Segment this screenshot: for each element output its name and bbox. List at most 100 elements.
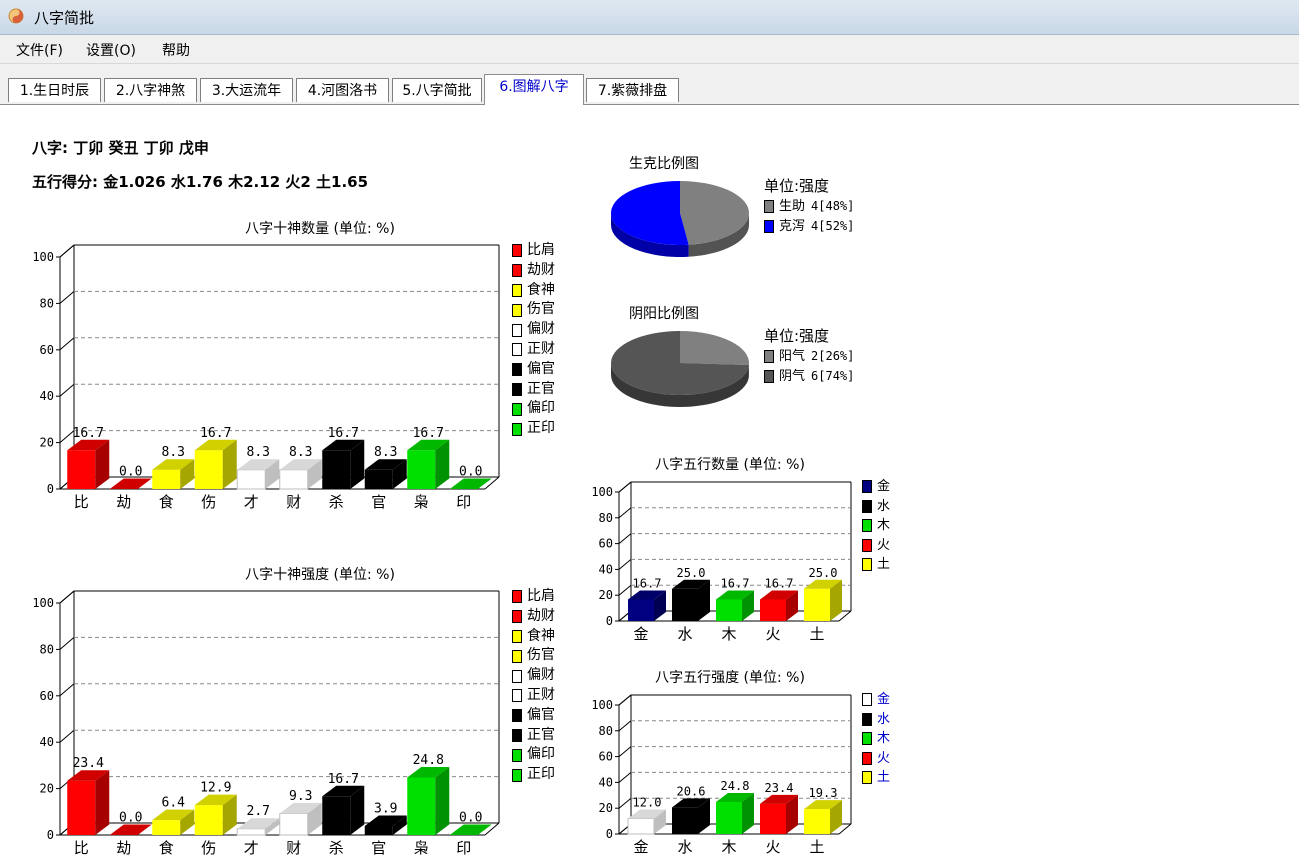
legend-label: 火 (877, 537, 891, 553)
y-tick-label: 100 (32, 250, 54, 264)
tab-tujie-bazi[interactable]: 6.图解八字 (484, 74, 584, 105)
menu-settings[interactable]: 设置(O) (86, 40, 136, 60)
legend-swatch (862, 558, 872, 572)
bar-value-label: 3.9 (374, 801, 397, 816)
legend-label: 水 (877, 498, 891, 514)
yinyang-legend: 单位:强度 阳气 2[26%] 阴气 6[74%] (764, 327, 854, 386)
legend-swatch (512, 343, 522, 357)
pie-legend-item: 阴气 6[74%] (764, 367, 854, 387)
legend-swatch (512, 363, 522, 377)
legend-swatch (862, 693, 872, 707)
legend-label: 劫财 (527, 261, 555, 278)
bar-shishen-count-6 (322, 439, 365, 489)
bar-value-label: 16.7 (73, 426, 104, 441)
y-tick-label: 80 (40, 642, 54, 656)
legend-label: 正财 (527, 340, 555, 357)
tab-ziwei[interactable]: 7.紫薇排盘 (586, 78, 679, 102)
pie-legend-value: 4[48%] (811, 198, 855, 213)
legend-label: 伤官 (527, 647, 555, 664)
y-tick-label: 80 (599, 511, 613, 525)
bar-value-label: 2.7 (247, 804, 270, 819)
bar-shishen-count-2 (152, 459, 195, 489)
menu-file[interactable]: 文件(F) (16, 40, 63, 60)
wuxing-strength-title: 八字五行强度 (单位: %) (655, 670, 805, 686)
x-tick-label: 印 (456, 839, 471, 857)
bar-shishen-strength-5 (279, 802, 322, 836)
y-tick-label: 100 (591, 485, 613, 499)
bar-shishen-strength-4 (236, 818, 280, 836)
x-tick-label: 食 (159, 493, 174, 511)
menu-help[interactable]: 帮助 (162, 40, 190, 60)
yinyang-pie (611, 331, 749, 408)
legend-item: 偏官 (512, 360, 555, 380)
bar-shishen-strength-0 (67, 770, 110, 835)
legend-item: 偏官 (512, 706, 555, 726)
shengke-legend: 单位:强度 生助 4[48%] 克泻 4[52%] (764, 177, 854, 236)
x-tick-label: 火 (765, 838, 780, 856)
legend-item: 正印 (512, 765, 555, 785)
bar-value-label: 24.8 (721, 779, 750, 793)
bar-value-label: 8.3 (374, 445, 397, 460)
pie-legend-value: 6[74%] (811, 368, 855, 383)
bar-wuxing-count-2 (716, 590, 754, 621)
legend-item: 正财 (512, 686, 555, 706)
title-bar: 八字简批 (0, 0, 1299, 35)
bar-wuxing-strength-4 (804, 800, 842, 834)
y-tick-label: 40 (599, 775, 613, 789)
legend-item: 偏印 (512, 745, 555, 765)
legend-item: 土 (862, 555, 890, 575)
bar-wuxing-count-0 (628, 590, 666, 621)
bazi-pillars: 八字: 丁卯 癸丑 丁卯 戊申 (32, 139, 209, 157)
legend-item: 木 (862, 729, 890, 749)
tab-shensha[interactable]: 2.八字神煞 (104, 78, 197, 102)
shishen-strength-chart: 0 20 40 60 80 100 23.4 比 0.0 劫 6.4 食 12.9 伤 2.7 才 9.3 财 16… (32, 590, 500, 857)
x-tick-label: 木 (721, 838, 736, 856)
tab-bazi-jianpi[interactable]: 5.八字简批 (392, 78, 482, 102)
bar-shishen-count-9 (449, 478, 492, 489)
tab-birth-time[interactable]: 1.生日时辰 (8, 78, 101, 102)
legend-item: 正官 (512, 380, 555, 400)
bar-value-label: 20.6 (677, 784, 706, 798)
x-tick-label: 木 (721, 625, 736, 643)
x-tick-label: 火 (765, 625, 780, 643)
legend-label: 火 (877, 750, 891, 766)
pie-unit-label: 单位:强度 (764, 327, 830, 345)
legend-swatch (764, 219, 774, 233)
legend-swatch (512, 382, 522, 396)
app-icon (8, 8, 24, 24)
tab-hetu-luoshu[interactable]: 4.河图洛书 (296, 78, 389, 102)
legend-swatch (862, 771, 872, 785)
y-tick-label: 60 (599, 537, 613, 551)
legend-item: 偏财 (512, 320, 555, 340)
legend-item: 伤官 (512, 646, 555, 666)
wuxing-strength-chart: 0 20 40 60 80 100 12.0 金 20.6 水 24.8 木 23.4 火 19.3 土 (591, 694, 852, 856)
bar-shishen-strength-7 (364, 815, 407, 835)
legend-swatch (764, 350, 774, 364)
legend-item: 比肩 (512, 587, 555, 607)
legend-swatch (512, 649, 522, 663)
legend-label: 水 (877, 711, 891, 727)
legend-label: 正印 (527, 766, 555, 783)
legend-item: 金 (862, 690, 890, 710)
y-tick-label: 80 (40, 296, 54, 310)
legend-item: 食神 (512, 281, 555, 301)
legend-swatch (512, 590, 522, 604)
shengke-pie (611, 181, 750, 257)
legend-swatch (862, 499, 872, 513)
y-tick-label: 0 (47, 828, 54, 842)
x-tick-label: 土 (809, 838, 824, 856)
bar-value-label: 16.7 (721, 576, 750, 590)
x-tick-label: 才 (244, 493, 259, 511)
legend-swatch (512, 283, 522, 297)
bar-value-label: 16.7 (328, 772, 359, 787)
bar-value-label: 0.0 (119, 465, 142, 480)
legend-swatch (512, 629, 522, 643)
x-tick-label: 比 (74, 493, 89, 511)
bar-shishen-strength-9 (449, 824, 492, 835)
x-tick-label: 杀 (329, 493, 344, 511)
bar-value-label: 8.3 (162, 445, 185, 460)
tab-dayun-liunian[interactable]: 3.大运流年 (200, 78, 293, 102)
wuxing-count-chart: 0 20 40 60 80 100 16.7 金 25.0 水 16.7 木 16.7 火 25.0 土 (591, 481, 852, 643)
bar-value-label: 23.4 (765, 781, 794, 795)
x-tick-label: 劫 (116, 493, 131, 511)
